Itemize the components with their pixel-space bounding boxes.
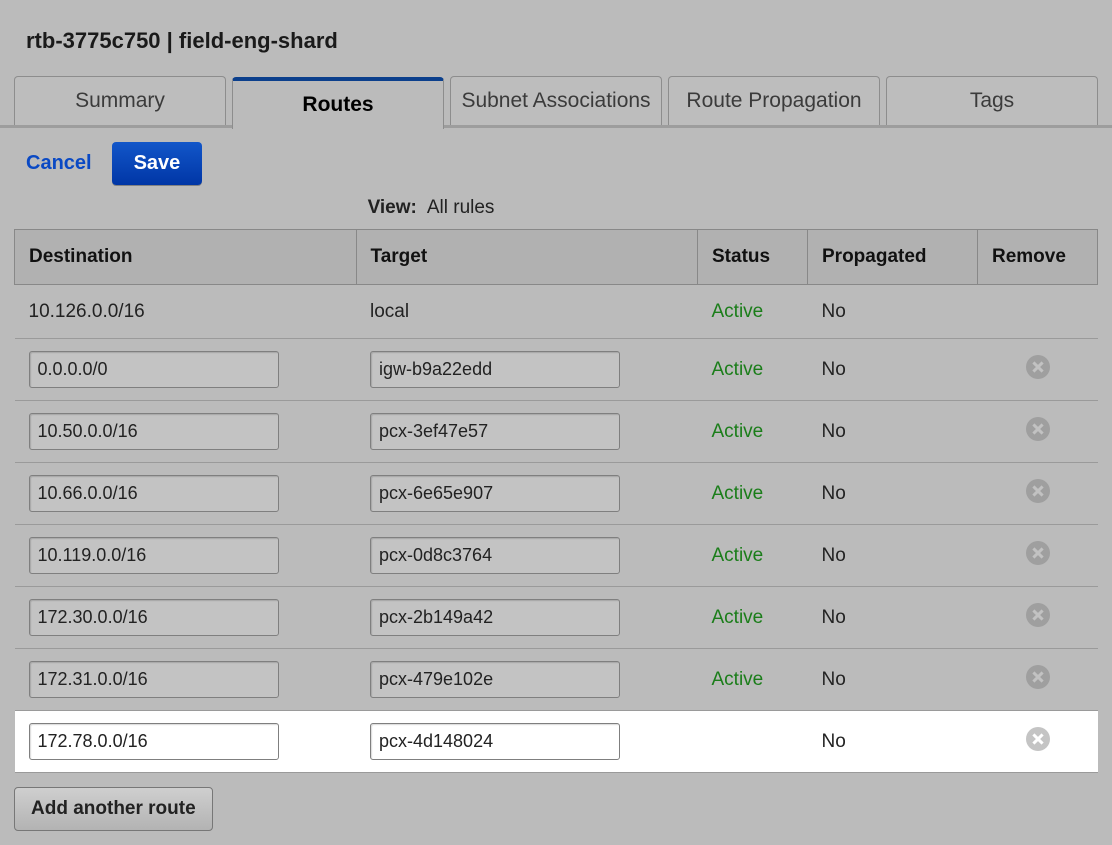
cancel-button[interactable]: Cancel (26, 152, 92, 175)
close-icon[interactable] (1026, 727, 1050, 751)
status-text: Active (712, 669, 764, 690)
col-remove: Remove (978, 230, 1098, 285)
table-row: No (15, 711, 1098, 773)
tab-summary[interactable]: Summary (14, 76, 226, 128)
table-row: Active No (15, 587, 1098, 649)
close-icon[interactable] (1026, 479, 1050, 503)
target-input[interactable] (370, 723, 620, 760)
propagated-text: No (822, 421, 846, 442)
propagated-text: No (822, 669, 846, 690)
destination-input[interactable] (29, 661, 279, 698)
target-input[interactable] (370, 599, 620, 636)
view-value[interactable]: All rules (427, 197, 495, 219)
target-input[interactable] (370, 351, 620, 388)
table-row: Active No (15, 525, 1098, 587)
status-text: Active (712, 301, 764, 322)
tabs: Summary Routes Subnet Associations Route… (0, 76, 1112, 128)
col-target[interactable]: Target (356, 230, 698, 285)
destination-input[interactable] (29, 413, 279, 450)
table-row: Active No (15, 649, 1098, 711)
target-input[interactable] (370, 413, 620, 450)
table-row: 10.126.0.0/16 local Active No (15, 285, 1098, 339)
destination-input[interactable] (29, 723, 279, 760)
destination-input[interactable] (29, 475, 279, 512)
target-input[interactable] (370, 661, 620, 698)
propagated-text: No (822, 483, 846, 504)
status-text: Active (712, 607, 764, 628)
save-button[interactable]: Save (112, 142, 203, 185)
tab-routes[interactable]: Routes (232, 77, 444, 129)
destination-input[interactable] (29, 537, 279, 574)
view-label: View: (368, 197, 417, 219)
target-input[interactable] (370, 475, 620, 512)
status-text: Active (712, 483, 764, 504)
tab-route-propagation[interactable]: Route Propagation (668, 76, 880, 128)
propagated-text: No (822, 301, 846, 322)
destination-text: 10.126.0.0/16 (29, 301, 145, 322)
propagated-text: No (822, 545, 846, 566)
table-row: Active No (15, 339, 1098, 401)
destination-input[interactable] (29, 599, 279, 636)
close-icon[interactable] (1026, 603, 1050, 627)
close-icon[interactable] (1026, 417, 1050, 441)
table-row: Active No (15, 401, 1098, 463)
table-row: Active No (15, 463, 1098, 525)
propagated-text: No (822, 359, 846, 380)
col-destination[interactable]: Destination (15, 230, 357, 285)
close-icon[interactable] (1026, 355, 1050, 379)
propagated-text: No (822, 607, 846, 628)
status-text: Active (712, 545, 764, 566)
tab-tags[interactable]: Tags (886, 76, 1098, 128)
col-status[interactable]: Status (698, 230, 808, 285)
propagated-text: No (822, 731, 846, 752)
tab-subnet-associations[interactable]: Subnet Associations (450, 76, 662, 128)
close-icon[interactable] (1026, 541, 1050, 565)
target-input[interactable] (370, 537, 620, 574)
col-propagated[interactable]: Propagated (808, 230, 978, 285)
target-text: local (370, 301, 409, 322)
page-title: rtb-3775c750 | field-eng-shard (0, 16, 1112, 76)
destination-input[interactable] (29, 351, 279, 388)
status-text: Active (712, 359, 764, 380)
routes-table: Destination Target Status Propagated Rem… (14, 229, 1098, 773)
status-text: Active (712, 421, 764, 442)
close-icon[interactable] (1026, 665, 1050, 689)
add-route-button[interactable]: Add another route (14, 787, 213, 831)
